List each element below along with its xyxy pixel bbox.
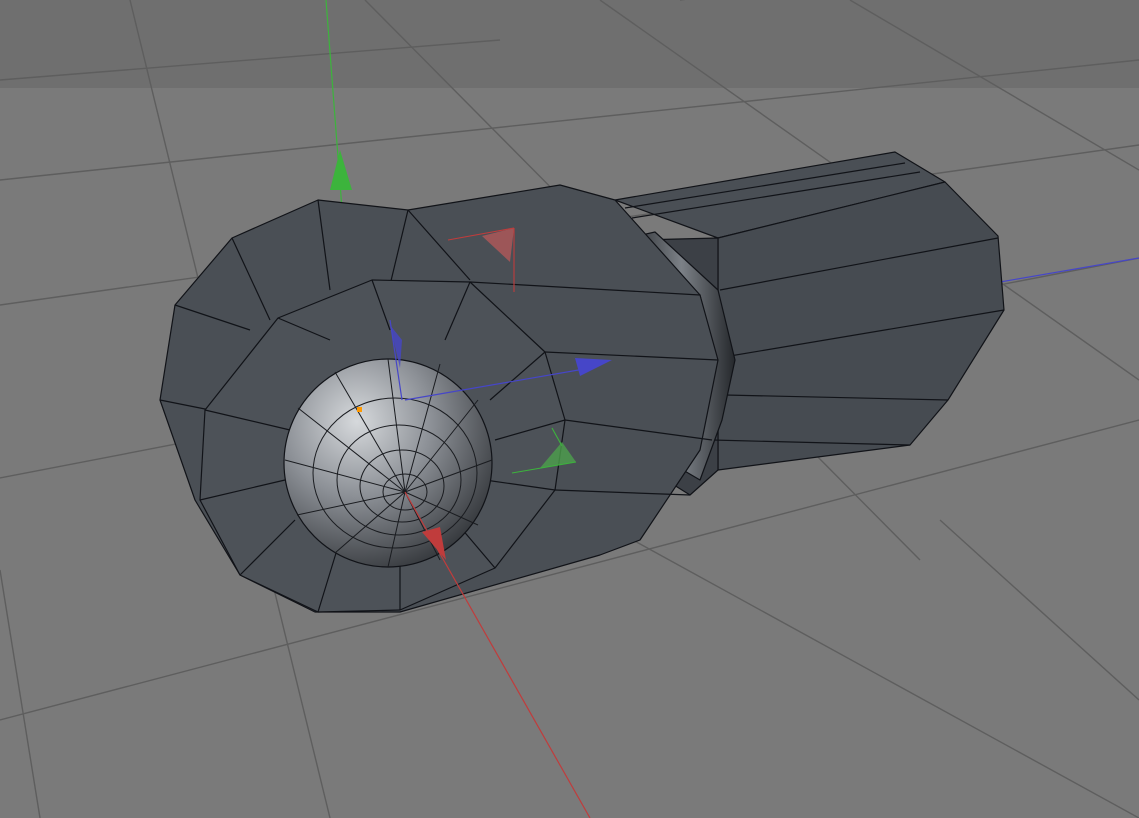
3d-viewport[interactable] [0,0,1139,818]
pivot-point[interactable] [357,407,362,412]
viewport-far-band [0,0,1139,88]
